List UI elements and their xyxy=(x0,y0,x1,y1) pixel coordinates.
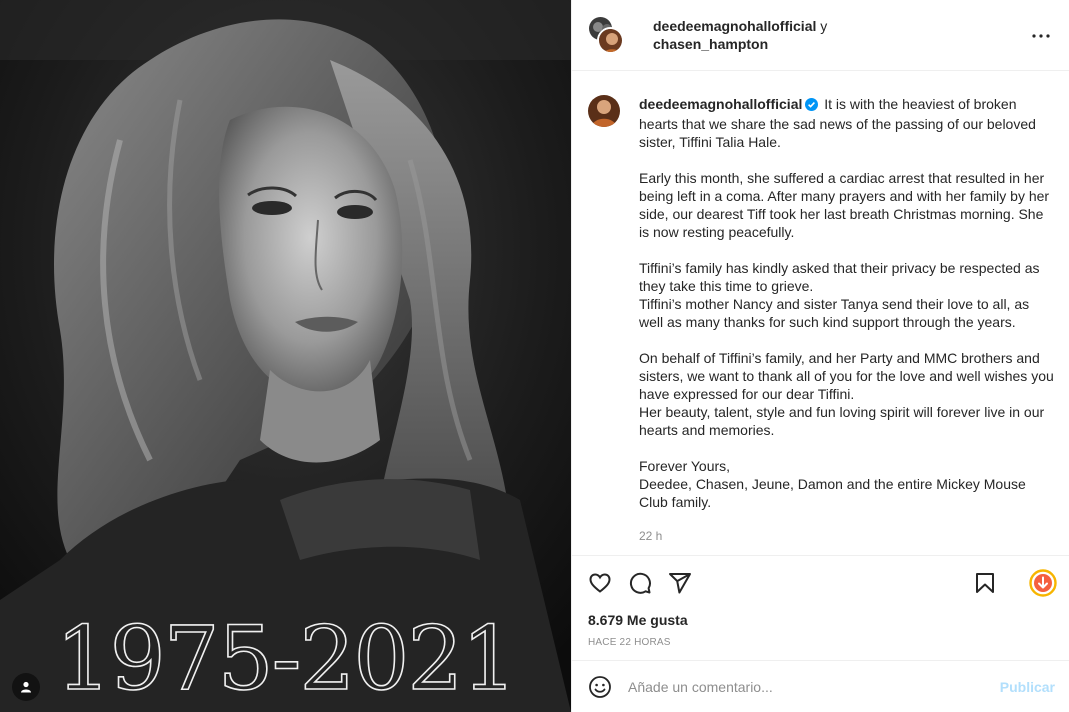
comment-input[interactable] xyxy=(628,678,1000,695)
post-header: deedeemagnohallofficial y chasen_hampton xyxy=(572,0,1069,71)
collab-avatars[interactable] xyxy=(587,15,625,54)
caption-timestamp[interactable]: 22 h xyxy=(639,527,1055,545)
portrait-photo xyxy=(0,0,571,712)
action-bar xyxy=(572,555,1069,609)
author-joiner: y xyxy=(820,18,828,34)
verified-badge-icon xyxy=(805,97,819,115)
caption-paragraph: Deedee, Chasen, Jeune, Damon and the ent… xyxy=(639,476,1026,510)
caption-paragraph: Forever Yours, xyxy=(639,458,731,474)
post-image[interactable]: 1975-2021 xyxy=(0,0,571,712)
post-comment-button[interactable]: Publicar xyxy=(1000,679,1055,695)
coauthor-username[interactable]: chasen_hampton xyxy=(653,36,768,52)
caption-paragraph: Her beauty, talent, style and fun loving… xyxy=(639,404,1045,438)
caption-paragraph: Tiffini’s mother Nancy and sister Tanya … xyxy=(639,296,1030,330)
emoji-icon[interactable] xyxy=(588,675,612,699)
post-dialog: 1975-2021 deedeemagnohallofficial y chas… xyxy=(0,0,1069,712)
tagged-users-icon[interactable] xyxy=(12,673,40,701)
post-time-ago: HACE 22 HORAS xyxy=(588,637,671,648)
comment-box: Publicar xyxy=(572,660,1069,712)
more-options-icon[interactable] xyxy=(1029,24,1053,48)
bookmark-icon[interactable] xyxy=(973,571,997,595)
download-icon[interactable] xyxy=(1029,569,1057,597)
caption-body: deedeemagnohallofficial It is with the h… xyxy=(639,95,1055,555)
caption-paragraph: Tiffini’s family has kindly asked that t… xyxy=(639,260,1040,294)
share-icon[interactable] xyxy=(668,571,692,595)
avatar xyxy=(597,27,624,54)
post-authors: deedeemagnohallofficial y chasen_hampton xyxy=(653,17,827,53)
caption-paragraph: Early this month, she suffered a cardiac… xyxy=(639,170,1050,240)
author-username[interactable]: deedeemagnohallofficial xyxy=(653,18,816,34)
post-side-panel: deedeemagnohallofficial y chasen_hampton… xyxy=(571,0,1069,712)
avatar[interactable] xyxy=(588,95,620,127)
comment-icon[interactable] xyxy=(628,571,652,595)
caption-username[interactable]: deedeemagnohallofficial xyxy=(639,96,802,112)
heart-icon[interactable] xyxy=(588,571,612,595)
caption: deedeemagnohallofficial It is with the h… xyxy=(572,71,1069,555)
caption-paragraph: On behalf of Tiffini’s family, and her P… xyxy=(639,350,1054,402)
like-count[interactable]: 8.679 Me gusta xyxy=(572,609,1069,633)
years-overlay-text: 1975-2021 xyxy=(55,606,518,711)
